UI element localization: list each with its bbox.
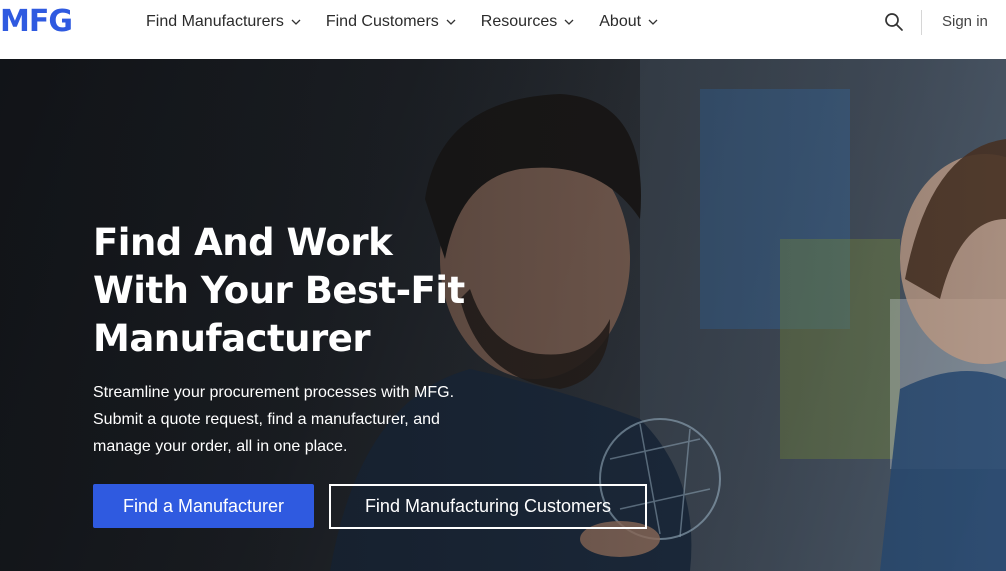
site-header: MFG Find Manufacturers Find Customers Re…: [0, 0, 1006, 59]
hero-content: Find And Work With Your Best-Fit Manufac…: [93, 219, 613, 460]
hero-title: Find And Work With Your Best-Fit Manufac…: [93, 219, 613, 363]
header-divider: [921, 10, 922, 35]
nav-label: About: [599, 13, 642, 30]
find-manufacturer-button[interactable]: Find a Manufacturer: [93, 484, 314, 528]
chevron-down-icon: [564, 19, 574, 25]
nav-resources[interactable]: Resources: [481, 13, 574, 31]
hero-title-line: Find And Work: [93, 221, 393, 264]
hero-title-line: Manufacturer: [93, 317, 371, 360]
chevron-down-icon: [648, 19, 658, 25]
main-nav: Find Manufacturers Find Customers Resour…: [146, 0, 683, 44]
hero-subtitle-line: Submit a quote request, find a manufactu…: [93, 411, 440, 428]
nav-label: Find Customers: [325, 13, 439, 30]
search-icon[interactable]: [884, 12, 904, 32]
hero-subtitle: Streamline your procurement processes wi…: [93, 379, 513, 460]
hero-subtitle-line: Streamline your procurement processes wi…: [93, 384, 455, 401]
nav-find-manufacturers[interactable]: Find Manufacturers: [146, 13, 301, 31]
mfg-logo[interactable]: MFG: [0, 4, 73, 39]
hero-subtitle-line: manage your order, all in one place.: [93, 438, 348, 455]
nav-label: Resources: [480, 13, 558, 30]
nav-about[interactable]: About: [599, 13, 658, 31]
nav-label: Find Manufacturers: [146, 13, 284, 30]
hero-section: Find And Work With Your Best-Fit Manufac…: [0, 59, 1006, 571]
chevron-down-icon: [291, 19, 301, 25]
hero-title-line: With Your Best-Fit: [93, 269, 465, 312]
sign-in-link[interactable]: Sign in: [942, 13, 988, 30]
nav-find-customers[interactable]: Find Customers: [326, 13, 456, 31]
hero-buttons: Find a Manufacturer Find Manufacturing C…: [93, 484, 647, 529]
chevron-down-icon: [446, 19, 456, 25]
find-customers-button[interactable]: Find Manufacturing Customers: [329, 484, 647, 529]
